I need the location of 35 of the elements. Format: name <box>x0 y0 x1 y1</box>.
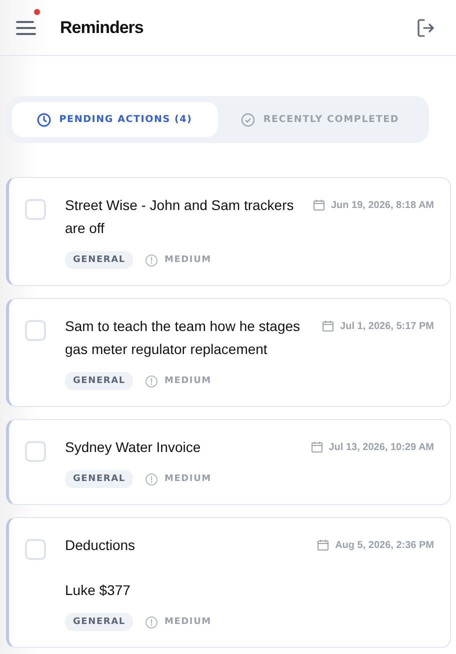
alert-circle-icon <box>145 472 158 486</box>
priority-label: MEDIUM <box>164 474 212 484</box>
due-date: Jun 19, 2026, 8:18 AM <box>330 200 434 210</box>
page-title: Reminders <box>60 18 144 38</box>
reminder-note: Luke $377 <box>65 581 132 600</box>
reminder-title: Sam to teach the team how he stages gas meter regulator replacement <box>65 317 302 359</box>
priority-label: MEDIUM <box>164 376 212 386</box>
priority-label: MEDIUM <box>164 617 212 627</box>
category-tag: GENERAL <box>65 372 134 390</box>
category-tag: GENERAL <box>65 251 134 269</box>
calendar-icon <box>312 199 325 211</box>
clock-icon <box>37 112 52 126</box>
reminder-title: Street Wise - John and Sam trackers are off <box>65 196 295 238</box>
priority-label: MEDIUM <box>164 255 212 265</box>
alert-circle-icon <box>145 616 158 628</box>
alert-circle-icon <box>145 374 158 388</box>
reminder-title: Deductions <box>65 536 136 555</box>
due-date: Jul 1, 2026, 5:17 PM <box>340 320 434 332</box>
reminder-title: Sydney Water Invoice <box>65 438 201 457</box>
check-circle-icon <box>241 112 256 126</box>
tab[interactable]: PENDING ACTIONS (4) <box>12 102 218 137</box>
due-date: Jul 13, 2026, 10:29 AM <box>328 442 434 452</box>
due-date: Aug 5, 2026, 2:36 PM <box>335 540 434 550</box>
checkbox[interactable] <box>25 441 46 462</box>
menu-icon <box>16 18 38 36</box>
category-tag: GENERAL <box>65 470 134 488</box>
checkbox[interactable] <box>25 320 46 341</box>
calendar-icon <box>310 441 323 453</box>
category-tag: GENERAL <box>65 613 134 631</box>
logout-icon[interactable] <box>416 18 436 38</box>
calendar-icon <box>317 539 330 551</box>
checkbox[interactable] <box>25 199 46 220</box>
alert-circle-icon <box>145 254 158 266</box>
checkbox[interactable] <box>25 539 46 560</box>
calendar-icon <box>322 320 334 332</box>
